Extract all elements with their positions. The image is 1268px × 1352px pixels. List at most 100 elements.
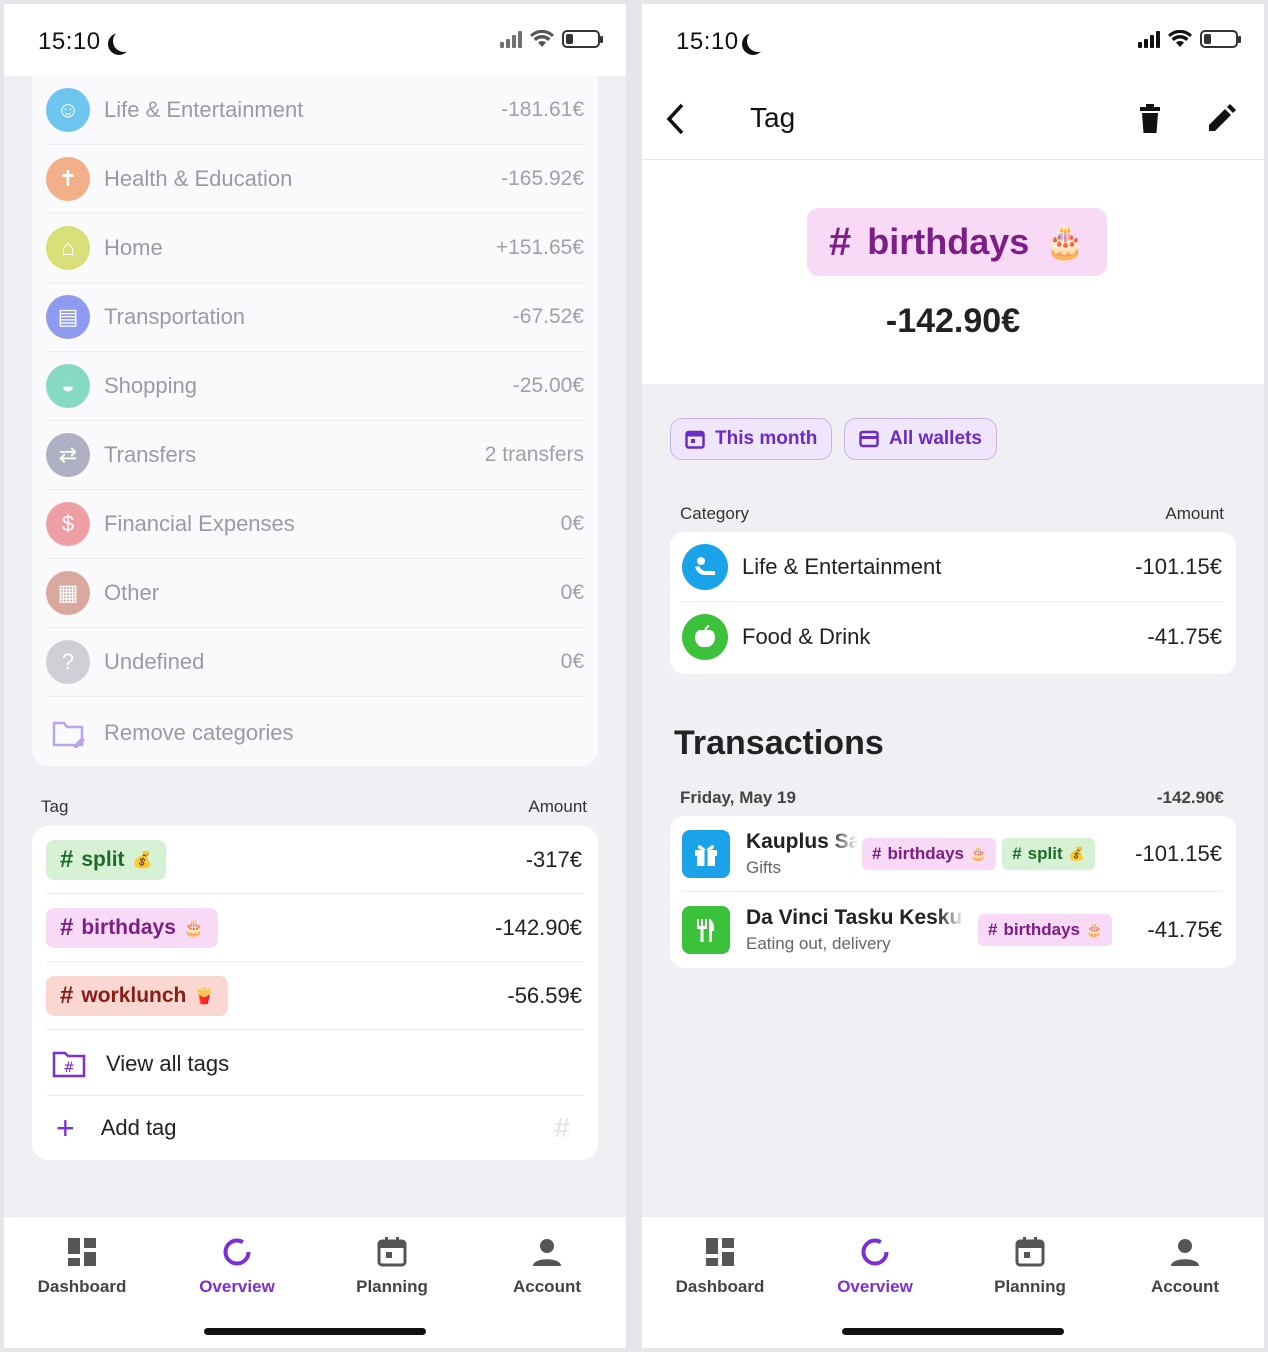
nav-dashboard[interactable]: Dashboard (12, 1237, 152, 1297)
category-row[interactable]: ▦ Other 0€ (46, 559, 584, 628)
home-indicator (204, 1328, 426, 1335)
category-row[interactable]: ◒ Shopping -25.00€ (46, 352, 584, 421)
moon-icon (747, 30, 769, 52)
tag-name: split (81, 847, 125, 871)
wallet-filter-button[interactable]: All wallets (844, 418, 997, 460)
fork-knife-icon (682, 906, 730, 954)
person-relax-icon (682, 543, 728, 590)
period-filter-button[interactable]: This month (670, 418, 833, 460)
svg-text:#: # (63, 1060, 75, 1076)
category-amount: -25.00€ (512, 374, 584, 397)
delete-icon[interactable] (1138, 104, 1162, 134)
category-section-header: Category Amount (680, 504, 1224, 523)
calendar-icon (1015, 1237, 1045, 1267)
category-row[interactable]: $ Financial Expenses 0€ (46, 490, 584, 559)
tag-row[interactable]: # split 💰 -317€ (46, 826, 584, 894)
tag-emoji: 🎂 (183, 919, 204, 937)
transfer-icon: ⇄ (46, 433, 90, 477)
top-app-bar: Tag (642, 76, 1264, 160)
transaction-title: Da Vinci Tasku Keskus (746, 906, 964, 929)
dashboard-icon (705, 1237, 735, 1267)
category-name: Financial Expenses (104, 511, 295, 536)
category-name: Transfers (104, 442, 197, 467)
battery-icon (562, 30, 603, 48)
account-icon (1170, 1237, 1200, 1267)
calendar-icon (377, 1237, 407, 1267)
status-bar: 15:10 (642, 4, 1264, 76)
category-row[interactable]: Life & Entertainment -101.15€ (682, 532, 1222, 602)
signal-icon (1138, 30, 1160, 48)
cake-emoji: 🎂 (1045, 224, 1086, 260)
category-name: Other (104, 580, 160, 605)
nav-overview[interactable]: Overview (167, 1237, 307, 1297)
category-amount: -181.61€ (501, 98, 584, 121)
tag-chip-split: # split 💰 (1002, 837, 1095, 870)
category-name: Life & Entertainment (104, 97, 304, 122)
nav-overview[interactable]: Overview (805, 1237, 945, 1297)
category-row[interactable]: ✝ Health & Education -165.92€ (46, 145, 584, 214)
hash-icon: # (988, 920, 998, 939)
hash-icon: # (829, 219, 852, 264)
left-screen: 15:10 ☺ Life & Entertainment -181.61€ ✝ Heal… (4, 4, 626, 1348)
category-row[interactable]: ▤ Transportation -67.52€ (46, 283, 584, 352)
add-tag-button[interactable]: + Add tag # (46, 1096, 584, 1160)
category-name: Shopping (104, 373, 197, 398)
day-header: Friday, May 19 -142.90€ (680, 788, 1224, 807)
category-amount: 0€ (560, 512, 584, 535)
category-amount: 0€ (560, 650, 584, 673)
remove-categories-button[interactable]: Remove categories (46, 698, 584, 767)
category-name: Transportation (104, 304, 246, 329)
person-relax-icon: ☺ (46, 88, 90, 132)
right-screen: 15:10 Tag # birthdays 🎂 -142.90€ This mo… (642, 4, 1264, 1348)
wifi-icon (1168, 30, 1192, 47)
view-all-tags-button[interactable]: # View all tags (46, 1032, 584, 1096)
transaction-row[interactable]: Da Vinci Tasku Keskus Eating out, delive… (682, 892, 1222, 968)
category-row[interactable]: ⌂ Home +151.65€ (46, 214, 584, 283)
nav-dashboard[interactable]: Dashboard (650, 1237, 790, 1297)
category-row[interactable]: ? Undefined 0€ (46, 628, 584, 697)
tag-emoji: 🍟 (194, 987, 215, 1005)
moon-icon (113, 30, 135, 52)
tag-chip-birthdays: # birthdays 🎂 (978, 914, 1113, 946)
apple-icon (682, 614, 728, 660)
transaction-row[interactable]: Kauplus Sa Gifts # birthdays 🎂 # split 💰 -10… (682, 816, 1222, 892)
category-name: Health & Education (104, 166, 293, 191)
category-amount: 2 transfers (484, 443, 584, 466)
nav-account[interactable]: Account (1115, 1237, 1255, 1297)
tag-name: birthdays (81, 915, 176, 939)
plus-icon: + (56, 1109, 75, 1146)
signal-icon (500, 30, 522, 48)
tag-emoji: 💰 (132, 851, 153, 869)
vehicle-icon: ▤ (46, 295, 90, 339)
home-indicator (842, 1328, 1064, 1335)
back-arrow-icon[interactable] (664, 102, 690, 136)
tag-chip: # split 💰 (46, 839, 167, 880)
account-icon (532, 1237, 562, 1267)
nav-planning[interactable]: Planning (960, 1237, 1100, 1297)
hash-icon: # (60, 845, 74, 873)
category-name: Home (104, 235, 163, 260)
tag-row[interactable]: # worklunch 🍟 -56.59€ (46, 962, 584, 1030)
category-name: Undefined (104, 649, 205, 674)
hash-icon: # (872, 843, 882, 863)
transaction-subtitle: Eating out, delivery (746, 934, 891, 953)
nav-planning[interactable]: Planning (322, 1237, 462, 1297)
category-amount: -165.92€ (501, 167, 584, 190)
tag-chip-birthdays: # birthdays 🎂 (862, 837, 997, 870)
tag-list: # split 💰 -317€ # birthdays 🎂 -142.90€ # worklunc… (32, 826, 598, 1160)
category-row[interactable]: ⇄ Transfers 2 transfers (46, 421, 584, 490)
gift-icon (682, 829, 730, 878)
tag-row[interactable]: # birthdays 🎂 -142.90€ (46, 894, 584, 962)
wallet-icon (859, 430, 879, 448)
calendar-icon (685, 430, 705, 449)
tag-chip: # birthdays 🎂 (807, 208, 1108, 276)
tag-amount: -142.90€ (495, 914, 582, 940)
battery-icon (1200, 30, 1241, 48)
dashboard-icon (67, 1237, 97, 1267)
edit-pencil-icon[interactable] (1206, 104, 1236, 134)
category-row[interactable]: Food & Drink -41.75€ (682, 602, 1222, 672)
hash-icon: # (60, 981, 74, 1009)
nav-account[interactable]: Account (477, 1237, 617, 1297)
category-row[interactable]: ☺ Life & Entertainment -181.61€ (46, 76, 584, 145)
overview-ring-icon (860, 1237, 890, 1267)
